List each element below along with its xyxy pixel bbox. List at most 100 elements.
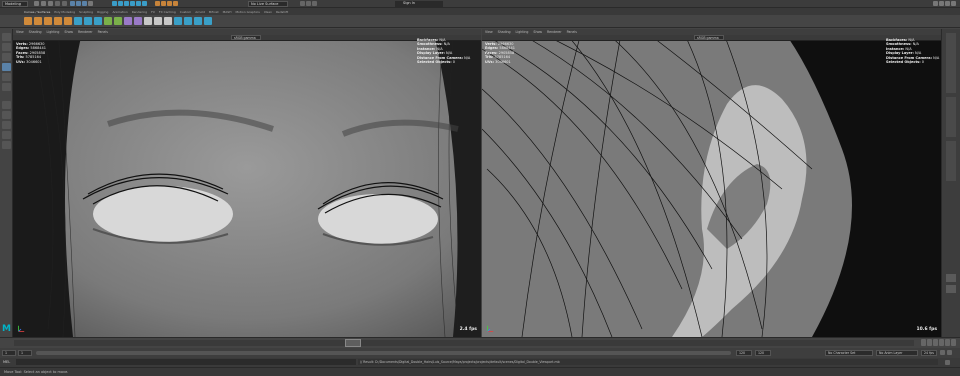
snap-live-icon[interactable] [136,1,141,6]
shelf-tab[interactable]: Redshift [276,10,288,14]
render-settings-icon[interactable] [167,1,172,6]
time-slider-playhead[interactable] [345,339,361,347]
playback-step-icon[interactable] [946,285,956,293]
shelf-tool-icon[interactable] [164,17,172,25]
snap-surface-icon[interactable] [142,1,147,6]
range-end-field[interactable]: 120 [755,350,771,356]
viewport-left[interactable]: View Shading Lighting Show Renderer Pane… [13,29,481,337]
modeling-toolkit-tab[interactable] [946,141,956,181]
shelf-tab[interactable]: XGen [264,10,272,14]
time-slider-track[interactable] [14,340,914,346]
shelf-tool-icon[interactable] [54,17,62,25]
time-slider[interactable] [0,337,960,348]
mask-icon[interactable] [88,1,93,6]
four-view-layout-icon[interactable] [2,111,11,119]
tool-settings-icon[interactable] [945,1,950,6]
shelf-tool-icon[interactable] [34,17,42,25]
shelf-tool-icon[interactable] [204,17,212,25]
viewport-menu-view[interactable]: View [16,30,24,34]
modeling-toolkit-icon[interactable] [933,1,938,6]
shelf-tab[interactable]: Bifrost [209,10,219,14]
shelf-tool-icon[interactable] [194,17,202,25]
render-frame-icon[interactable] [155,1,160,6]
shelf-tab[interactable]: Animation [112,10,127,14]
snap-point-icon[interactable] [124,1,129,6]
symmetry-icon[interactable] [300,1,305,6]
viewport-menu-show[interactable]: Show [64,30,73,34]
live-surface-field[interactable]: No Live Surface [248,1,288,7]
shelf-tab[interactable]: Poly Modeling [54,10,75,14]
attribute-editor-icon[interactable] [939,1,944,6]
shelf-tool-icon[interactable] [74,17,82,25]
viewport-menu-renderer[interactable]: Renderer [547,30,562,34]
soft-select-icon[interactable] [306,1,311,6]
shelf-tab[interactable]: FX Caching [159,10,176,14]
go-to-end-icon[interactable] [951,339,956,346]
step-back-icon[interactable] [927,339,932,346]
anim-layer-select[interactable]: No Anim Layer [876,350,918,356]
select-tool-icon[interactable] [2,33,11,41]
scale-tool-icon[interactable] [2,83,11,91]
auto-key-icon[interactable] [940,350,945,355]
playback-play-icon[interactable] [946,274,956,282]
shelf-tool-icon[interactable] [154,17,162,25]
shelf-tool-icon[interactable] [184,17,192,25]
step-forward-icon[interactable] [945,339,950,346]
shelf-tab[interactable]: Curves / Surfaces [24,10,50,14]
viewport-menu-shading[interactable]: Shading [29,30,42,34]
select-by-object-icon[interactable] [76,1,81,6]
shelf-tool-icon[interactable] [44,17,52,25]
shelf-tool-icon[interactable] [64,17,72,25]
anim-preferences-icon[interactable] [947,350,952,355]
snap-curve-icon[interactable] [118,1,123,6]
character-set-select[interactable]: No Character Set [825,350,873,356]
hypershade-icon[interactable] [173,1,178,6]
single-perspective-layout-icon[interactable] [2,101,11,109]
go-to-start-icon[interactable] [921,339,926,346]
select-by-hierarchy-icon[interactable] [70,1,75,6]
workspace-selector[interactable]: Modeling [2,1,28,7]
shelf-tool-icon[interactable] [24,17,32,25]
shelf-tab[interactable]: Rigging [97,10,108,14]
save-scene-icon[interactable] [48,1,53,6]
move-tool-icon[interactable] [2,63,11,71]
snap-view-plane-icon[interactable] [130,1,135,6]
viewport-menu-panels[interactable]: Panels [567,30,577,34]
snap-grid-icon[interactable] [112,1,117,6]
play-forward-icon[interactable] [939,339,944,346]
shelf-tab[interactable]: Rendering [132,10,147,14]
ipr-render-icon[interactable] [161,1,166,6]
shelf-tool-icon[interactable] [104,17,112,25]
viewport-menu-panels[interactable]: Panels [98,30,108,34]
shelf-tab[interactable]: FX [151,10,155,14]
shelf-tool-icon[interactable] [114,17,122,25]
shelf-tab[interactable]: Motion Graphics [235,10,259,14]
play-back-icon[interactable] [933,339,938,346]
fps-select[interactable]: 24 fps [921,350,937,356]
shelf-tab[interactable]: Arnold [195,10,205,14]
channel-box-tab[interactable] [946,33,956,93]
viewport-menu-lighting[interactable]: Lighting [47,30,60,34]
shelf-tool-icon[interactable] [144,17,152,25]
side-by-side-layout-icon[interactable] [2,121,11,129]
viewport-menu-lighting[interactable]: Lighting [516,30,529,34]
viewport-menu-shading[interactable]: Shading [498,30,511,34]
shelf-tab[interactable]: Custom [180,10,192,14]
shelf-tool-icon[interactable] [124,17,132,25]
outliner-layout-icon[interactable] [2,131,11,139]
shelf-tool-icon[interactable] [174,17,182,25]
playback-end-field[interactable]: 120 [736,350,752,356]
transform-constraint-icon[interactable] [312,1,317,6]
color-space-field[interactable]: sRGB gamma [694,35,724,40]
shelf-tab[interactable]: MASH [223,10,232,14]
range-slider-bar[interactable] [36,351,731,355]
viewport-menu-view[interactable]: View [485,30,493,34]
sign-in-button[interactable]: Sign In [395,1,443,7]
rotate-tool-icon[interactable] [2,73,11,81]
shelf-tool-icon[interactable] [84,17,92,25]
range-start-field[interactable]: 1 [2,350,16,356]
lasso-tool-icon[interactable] [2,43,11,51]
attribute-editor-tab[interactable] [946,97,956,137]
select-by-component-icon[interactable] [82,1,87,6]
shelf-tool-icon[interactable] [94,17,102,25]
